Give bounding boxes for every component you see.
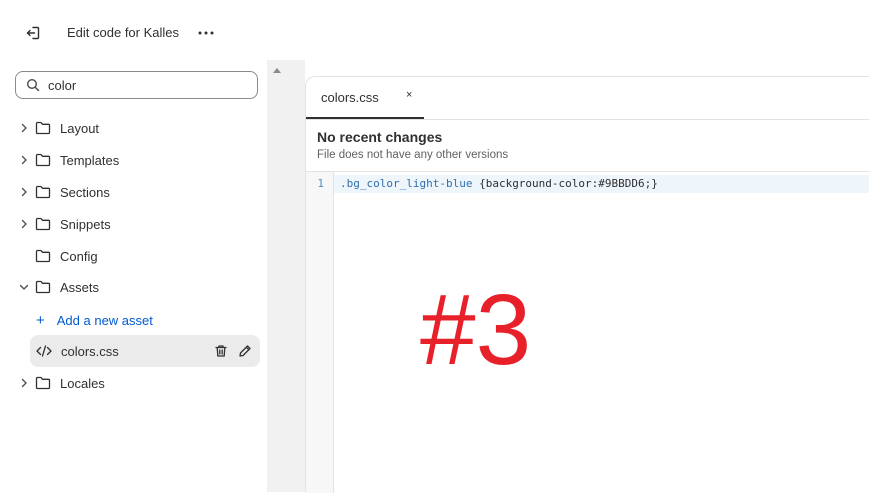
add-new-asset-link[interactable]: + Add a new asset bbox=[36, 310, 153, 330]
file-item-colors-css[interactable]: colors.css bbox=[30, 335, 260, 367]
scroll-up-arrow-icon[interactable] bbox=[273, 68, 281, 73]
chevron-right-icon bbox=[16, 155, 32, 165]
line-number-gutter bbox=[306, 172, 334, 493]
sidebar-item-layout[interactable]: Layout bbox=[16, 114, 99, 142]
chevron-right-icon bbox=[16, 378, 32, 388]
pencil-icon[interactable] bbox=[236, 342, 254, 360]
sidebar-item-config[interactable]: Config bbox=[16, 242, 98, 270]
sidebar-item-assets[interactable]: Assets bbox=[16, 273, 99, 301]
code-editor-panel: colors.css × No recent changes File does… bbox=[305, 76, 869, 493]
folder-icon bbox=[35, 279, 51, 295]
css-selector: .bg_color_light-blue bbox=[340, 177, 473, 190]
code-file-icon bbox=[36, 345, 52, 357]
more-options-icon[interactable] bbox=[195, 22, 217, 44]
chevron-right-icon bbox=[16, 219, 32, 229]
code-line[interactable]: .bg_color_light-blue {background-color:#… bbox=[340, 175, 658, 193]
css-declaration: {background-color:#9BBDD6;} bbox=[472, 177, 658, 190]
sidebar-item-label: Assets bbox=[60, 279, 100, 295]
chevron-down-icon bbox=[16, 283, 32, 291]
chevron-right-icon bbox=[16, 187, 32, 197]
page-title: Edit code for Kalles bbox=[67, 25, 180, 40]
plus-icon: + bbox=[36, 311, 45, 329]
add-asset-label: Add a new asset bbox=[56, 312, 153, 328]
divider bbox=[306, 119, 869, 120]
exit-icon[interactable] bbox=[22, 22, 44, 44]
chevron-right-icon bbox=[16, 123, 32, 133]
sidebar-item-label: Locales bbox=[60, 375, 105, 391]
folder-icon bbox=[35, 120, 51, 136]
file-sidebar: Layout Templates Sections Snippets Confi… bbox=[0, 60, 267, 492]
sidebar-item-snippets[interactable]: Snippets bbox=[16, 210, 111, 238]
folder-icon bbox=[35, 375, 51, 391]
search-box bbox=[15, 71, 258, 99]
panel-gap bbox=[289, 60, 305, 492]
folder-icon bbox=[35, 184, 51, 200]
top-bar: Edit code for Kalles bbox=[0, 0, 869, 60]
version-info-subtitle: File does not have any other versions bbox=[317, 149, 509, 161]
sidebar-scrollbar[interactable] bbox=[267, 60, 289, 492]
folder-icon bbox=[35, 248, 51, 264]
folder-icon bbox=[35, 216, 51, 232]
close-tab-icon[interactable]: × bbox=[406, 89, 412, 101]
sidebar-item-label: Templates bbox=[60, 152, 120, 168]
divider bbox=[306, 171, 869, 172]
sidebar-item-label: Config bbox=[60, 248, 98, 264]
sidebar-item-label: Snippets bbox=[60, 216, 111, 232]
sidebar-item-label: Sections bbox=[60, 184, 110, 200]
file-name: colors.css bbox=[61, 343, 119, 359]
tab-colors-css[interactable]: colors.css × bbox=[306, 77, 424, 119]
search-input[interactable] bbox=[48, 77, 238, 93]
line-number: 1 bbox=[317, 177, 324, 190]
folder-icon bbox=[35, 152, 51, 168]
sidebar-item-sections[interactable]: Sections bbox=[16, 178, 110, 206]
search-icon bbox=[26, 78, 40, 92]
tab-label: colors.css bbox=[321, 89, 379, 105]
sidebar-item-templates[interactable]: Templates bbox=[16, 146, 119, 174]
sidebar-item-locales[interactable]: Locales bbox=[16, 369, 105, 397]
sidebar-item-label: Layout bbox=[60, 120, 100, 136]
step-annotation: #3 bbox=[420, 274, 532, 386]
trash-icon[interactable] bbox=[212, 342, 230, 360]
version-info-title: No recent changes bbox=[317, 129, 443, 145]
